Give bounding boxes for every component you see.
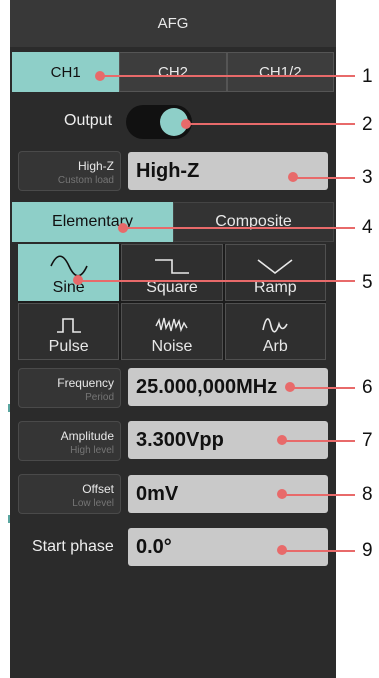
waveform-sine-button[interactable]: Sine (18, 244, 120, 301)
callout-number-9: 9 (362, 540, 373, 561)
callout-number-6: 6 (362, 377, 373, 398)
callout-dot-6 (285, 382, 295, 392)
load-button[interactable]: High-Z Custom load (18, 151, 121, 191)
waveform-noise-button[interactable]: Noise (121, 303, 223, 360)
amplitude-label: Amplitude (60, 429, 114, 443)
callout-number-3: 3 (362, 167, 373, 188)
callout-dot-8 (277, 489, 287, 499)
load-label: High-Z (77, 159, 114, 173)
panel-title: AFG (10, 0, 336, 47)
frequency-button[interactable]: Frequency Period (18, 368, 121, 408)
channel-tabs: CH1 CH2 CH1/2 (12, 52, 334, 92)
callout-number-1: 1 (362, 66, 373, 87)
callout-line-5 (78, 280, 355, 282)
waveform-label: Noise (151, 338, 193, 355)
callout-dot-1 (95, 71, 105, 81)
offset-button[interactable]: Offset Low level (18, 474, 121, 514)
start-phase-value-field[interactable]: 0.0° (128, 528, 328, 566)
callout-dot-3 (288, 172, 298, 182)
panel-edge-marker (8, 515, 10, 523)
callout-dot-2 (181, 119, 191, 129)
callout-line-3 (293, 177, 355, 179)
waveform-square-button[interactable]: Square (121, 244, 223, 301)
noise-wave-icon (155, 317, 188, 333)
callout-dot-4 (118, 223, 128, 233)
amplitude-button[interactable]: Amplitude High level (18, 421, 121, 461)
panel-edge-marker (8, 404, 10, 412)
amplitude-sublabel: High level (70, 445, 114, 456)
callout-line-2 (185, 123, 355, 125)
callout-line-7 (282, 440, 355, 442)
waveform-arb-button[interactable]: Arb (224, 303, 326, 360)
start-phase-label: Start phase (32, 538, 114, 555)
offset-label: Offset (82, 482, 114, 496)
tab-elementary[interactable]: Elementary (12, 202, 173, 242)
callout-number-8: 8 (362, 484, 373, 505)
output-label: Output (64, 112, 113, 129)
callout-dot-7 (277, 435, 287, 445)
callout-number-2: 2 (362, 114, 373, 135)
sine-wave-icon (49, 255, 88, 277)
ramp-wave-icon (257, 259, 293, 275)
tab-ch1-2[interactable]: CH1/2 (226, 52, 334, 92)
waveform-grid: Sine Square Ramp Pulse Noise Arb (18, 244, 326, 360)
load-sublabel: Custom load (57, 175, 114, 186)
callout-number-7: 7 (362, 430, 373, 451)
square-wave-icon (154, 259, 189, 274)
frequency-sublabel: Period (85, 392, 114, 403)
mode-tabs: Elementary Composite (12, 202, 334, 242)
waveform-pulse-button[interactable]: Pulse (18, 303, 120, 360)
offset-sublabel: Low level (72, 498, 114, 509)
callout-dot-5 (73, 275, 83, 285)
callout-line-9 (282, 550, 355, 552)
callout-dot-9 (277, 545, 287, 555)
pulse-wave-icon (56, 318, 81, 333)
arb-wave-icon (262, 318, 289, 333)
callout-line-1 (100, 75, 355, 77)
load-value-field[interactable]: High-Z (128, 152, 328, 190)
waveform-label: Pulse (48, 338, 89, 355)
waveform-label: Arb (262, 338, 288, 355)
callout-line-6 (290, 387, 355, 389)
callout-line-8 (282, 494, 355, 496)
callout-number-4: 4 (362, 217, 373, 238)
waveform-ramp-button[interactable]: Ramp (224, 244, 326, 301)
frequency-label: Frequency (57, 376, 114, 390)
tab-ch2[interactable]: CH2 (119, 52, 227, 92)
tab-composite[interactable]: Composite (173, 202, 334, 242)
callout-line-4 (123, 227, 355, 229)
callout-number-5: 5 (362, 272, 373, 293)
